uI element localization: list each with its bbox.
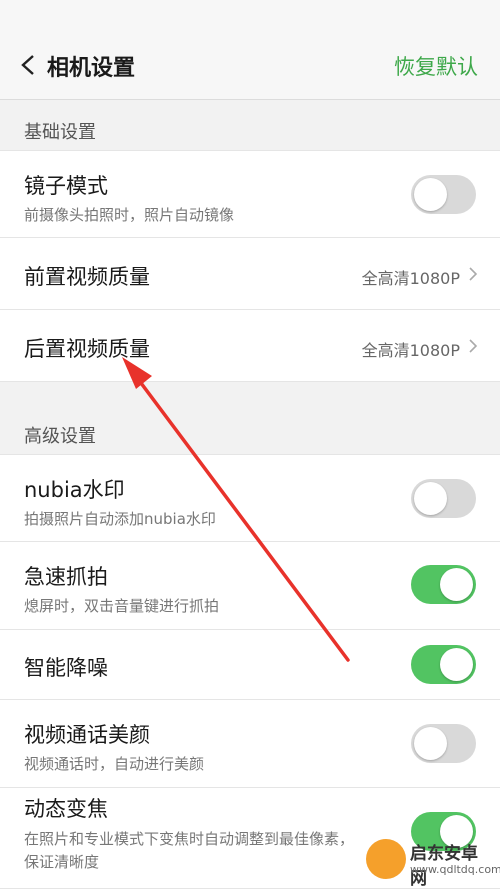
- row-title: 视频通话美颜: [24, 723, 150, 747]
- toggle-knob: [414, 727, 447, 760]
- row-video-call-beauty[interactable]: 视频通话美颜 视频通话时，自动进行美颜: [0, 700, 500, 788]
- row-subtitle: 拍摄照片自动添加nubia水印: [24, 510, 216, 528]
- row-title: 后置视频质量: [24, 337, 150, 361]
- page-title: 相机设置: [47, 56, 136, 81]
- row-nubia-watermark[interactable]: nubia水印 拍摄照片自动添加nubia水印: [0, 454, 500, 542]
- row-title: 前置视频质量: [24, 265, 150, 289]
- chevron-left-icon[interactable]: [20, 54, 36, 76]
- site-watermark: 启东安卓网 www.qdltdq.com: [366, 837, 500, 889]
- quick-snap-toggle[interactable]: [411, 565, 476, 604]
- toggle-knob: [414, 178, 447, 211]
- row-rear-video-quality[interactable]: 后置视频质量 全高清1080P: [0, 310, 500, 382]
- toggle-knob: [414, 482, 447, 515]
- toggle-knob: [440, 568, 473, 601]
- video-call-beauty-toggle[interactable]: [411, 724, 476, 763]
- row-title: 急速抓拍: [24, 565, 108, 589]
- row-title: nubia水印: [24, 478, 125, 502]
- nubia-watermark-toggle[interactable]: [411, 479, 476, 518]
- row-title: 镜子模式: [24, 174, 108, 198]
- restore-defaults-button[interactable]: 恢复默认: [394, 51, 478, 81]
- row-front-video-quality[interactable]: 前置视频质量 全高清1080P: [0, 238, 500, 310]
- row-title: 动态变焦: [24, 797, 108, 821]
- toggle-knob: [440, 648, 473, 681]
- row-value: 全高清1080P: [361, 269, 460, 288]
- row-subtitle: 视频通话时，自动进行美颜: [24, 755, 205, 773]
- row-smart-noise-reduction[interactable]: 智能降噪: [0, 630, 500, 700]
- watermark-url: www.qdltdq.com: [410, 863, 500, 876]
- app-header: 相机设置 恢复默认: [0, 0, 500, 100]
- row-title: 智能降噪: [24, 656, 108, 680]
- row-mirror-mode[interactable]: 镜子模式 前摄像头拍照时，照片自动镜像: [0, 150, 500, 238]
- row-subtitle: 前摄像头拍照时，照片自动镜像: [24, 206, 235, 224]
- chevron-right-icon: [469, 267, 478, 281]
- row-subtitle: 保证清晰度: [24, 853, 100, 871]
- chevron-right-icon: [469, 339, 478, 353]
- row-value: 全高清1080P: [361, 341, 460, 360]
- row-subtitle: 在照片和专业模式下变焦时自动调整到最佳像素，: [24, 830, 355, 848]
- mirror-mode-toggle[interactable]: [411, 175, 476, 214]
- watermark-logo-icon: [366, 839, 406, 879]
- noise-reduction-toggle[interactable]: [411, 645, 476, 684]
- row-quick-snap[interactable]: 急速抓拍 熄屏时，双击音量键进行抓拍: [0, 542, 500, 630]
- section-basic-label: 基础设置: [24, 122, 96, 143]
- section-advanced-label: 高级设置: [24, 426, 96, 447]
- row-subtitle: 熄屏时，双击音量键进行抓拍: [24, 597, 220, 615]
